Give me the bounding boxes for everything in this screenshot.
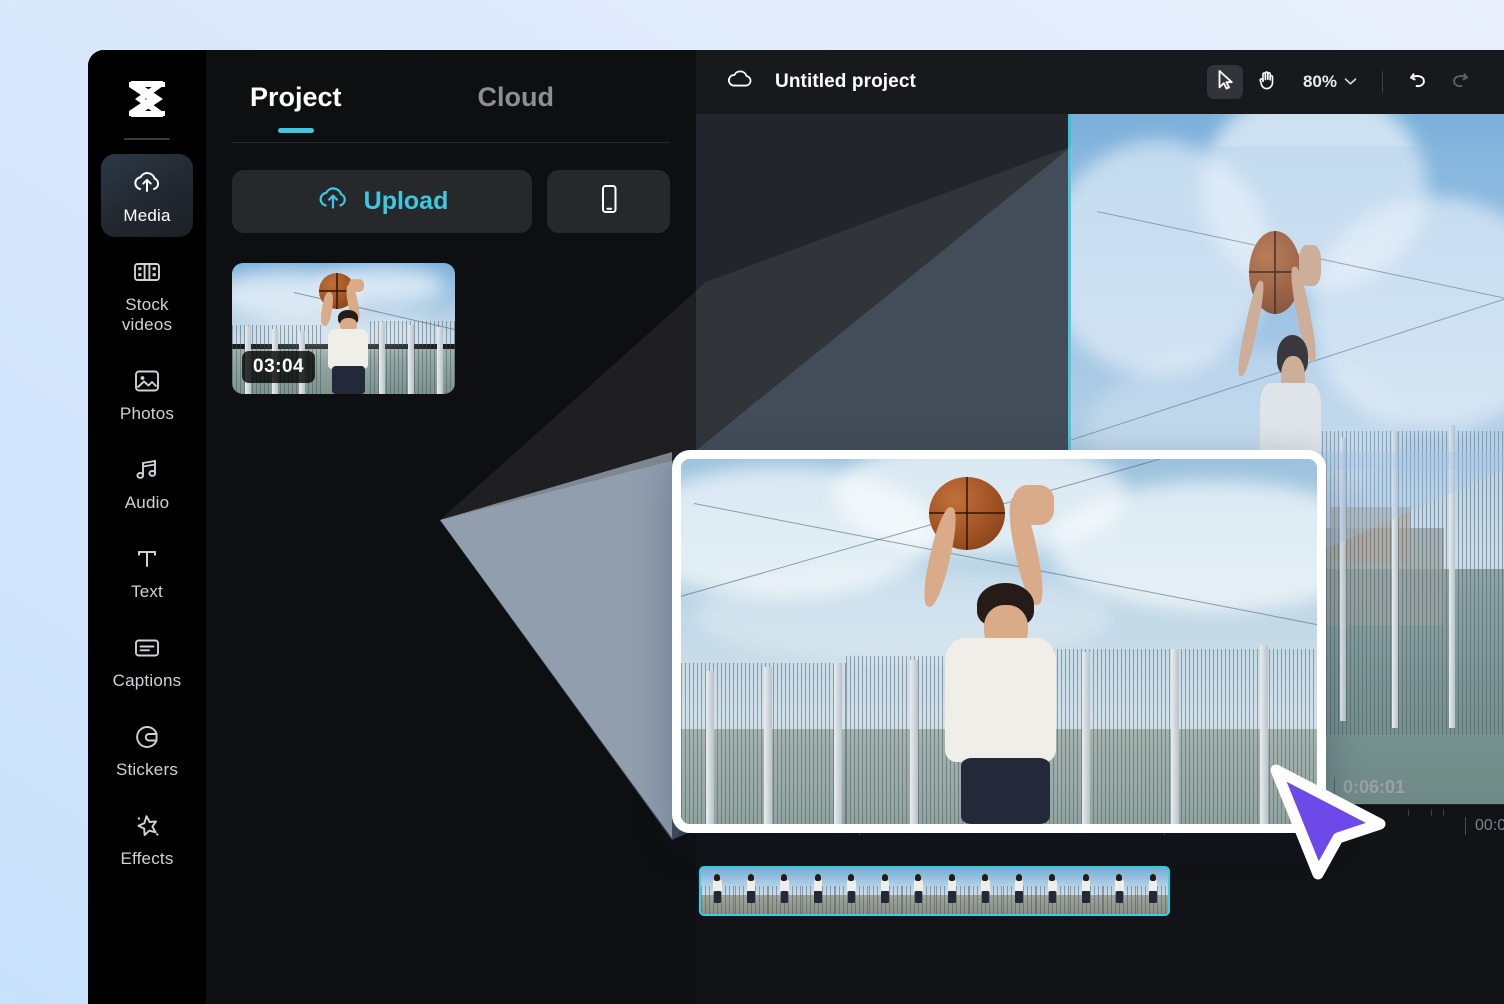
undo-arrow-icon: [1407, 70, 1429, 95]
sidebar-item-label: Photos: [119, 404, 175, 424]
sidebar-item-label: Text: [131, 582, 163, 602]
undo-button[interactable]: [1400, 65, 1436, 99]
sidebar-item-label: Audio: [124, 493, 170, 513]
project-title[interactable]: Untitled project: [775, 71, 916, 93]
tab-label: Project: [250, 82, 342, 112]
select-arrow-tool-button[interactable]: [1206, 65, 1243, 99]
sidebar-item-photos[interactable]: Photos: [101, 352, 193, 435]
sticker-icon: [132, 721, 162, 753]
sidebar-item-label: Stock videos: [121, 295, 173, 335]
left-sidebar-rail: Media Stock videos Photos Audio Text Cap…: [88, 50, 206, 1004]
topbar-right-group: 80%: [1206, 65, 1478, 99]
zoom-level-control[interactable]: 80%: [1291, 72, 1365, 92]
sidebar-item-label: Media: [123, 206, 171, 225]
timeline-clip-basketball[interactable]: [699, 866, 1170, 916]
text-t-icon: [132, 543, 162, 575]
magnified-scene: [681, 459, 1317, 824]
film-strip-icon: [132, 256, 162, 288]
media-grid: 03:04: [206, 233, 696, 394]
timeline-track-area[interactable]: [696, 850, 1504, 916]
hand-pan-tool-button[interactable]: [1249, 65, 1285, 99]
cloud-upload-icon: [316, 184, 350, 219]
sidebar-item-label: Effects: [120, 849, 174, 869]
toolbar-divider: [1382, 71, 1383, 93]
tab-cloud[interactable]: Cloud: [460, 76, 572, 113]
mobile-phone-icon: [597, 182, 621, 221]
media-panel: Project Cloud Upload 03:04: [206, 50, 696, 1004]
sparkle-star-icon: [132, 810, 162, 842]
cloud-upload-icon: [131, 167, 163, 199]
sidebar-item-media[interactable]: Media: [101, 154, 193, 238]
magnified-preview-popup[interactable]: [672, 450, 1326, 833]
rail-divider: [124, 138, 170, 140]
cloud-icon[interactable]: [726, 67, 754, 97]
cursor-arrow-icon: [1216, 69, 1234, 95]
ruler-label: 00:0: [1465, 817, 1504, 835]
sidebar-item-stickers[interactable]: Stickers: [101, 708, 193, 791]
captions-icon: [132, 632, 162, 664]
media-duration-badge: 03:04: [242, 351, 316, 383]
capcut-logo-icon[interactable]: [119, 72, 175, 126]
panel-tabs: Project Cloud: [206, 76, 696, 133]
tab-project[interactable]: Project: [232, 76, 360, 133]
hand-icon: [1257, 69, 1277, 96]
media-item-basketball-clip[interactable]: 03:04: [232, 263, 455, 394]
timeline-area[interactable]: 0:06:01 00:03 00:06 00:0: [696, 777, 1504, 1004]
sidebar-item-stock-videos[interactable]: Stock videos: [101, 243, 193, 346]
zoom-level-value: 80%: [1302, 72, 1337, 91]
editor-topbar: Untitled project 80%: [696, 50, 1504, 114]
redo-button[interactable]: [1442, 65, 1478, 99]
playhead-timecode: 0:06:01: [1334, 777, 1405, 798]
sidebar-item-captions[interactable]: Captions: [101, 619, 193, 702]
tab-active-underline: [277, 128, 314, 133]
chevron-down-icon: [1344, 73, 1357, 91]
upload-from-phone-button[interactable]: [547, 170, 670, 233]
image-icon: [132, 365, 162, 397]
upload-row: Upload: [206, 143, 696, 233]
sidebar-item-label: Captions: [112, 671, 182, 691]
music-note-icon: [132, 454, 162, 486]
topbar-left-group: Untitled project: [726, 67, 916, 97]
upload-button-label: Upload: [363, 187, 449, 215]
upload-button[interactable]: Upload: [232, 170, 532, 233]
sidebar-item-text[interactable]: Text: [101, 530, 193, 613]
redo-arrow-icon: [1449, 70, 1471, 95]
sidebar-item-audio[interactable]: Audio: [101, 441, 193, 524]
sidebar-item-label: Stickers: [115, 760, 179, 780]
sidebar-item-effects[interactable]: Effects: [101, 797, 193, 880]
clip-filmstrip: [701, 868, 1168, 914]
tab-label: Cloud: [477, 82, 555, 112]
